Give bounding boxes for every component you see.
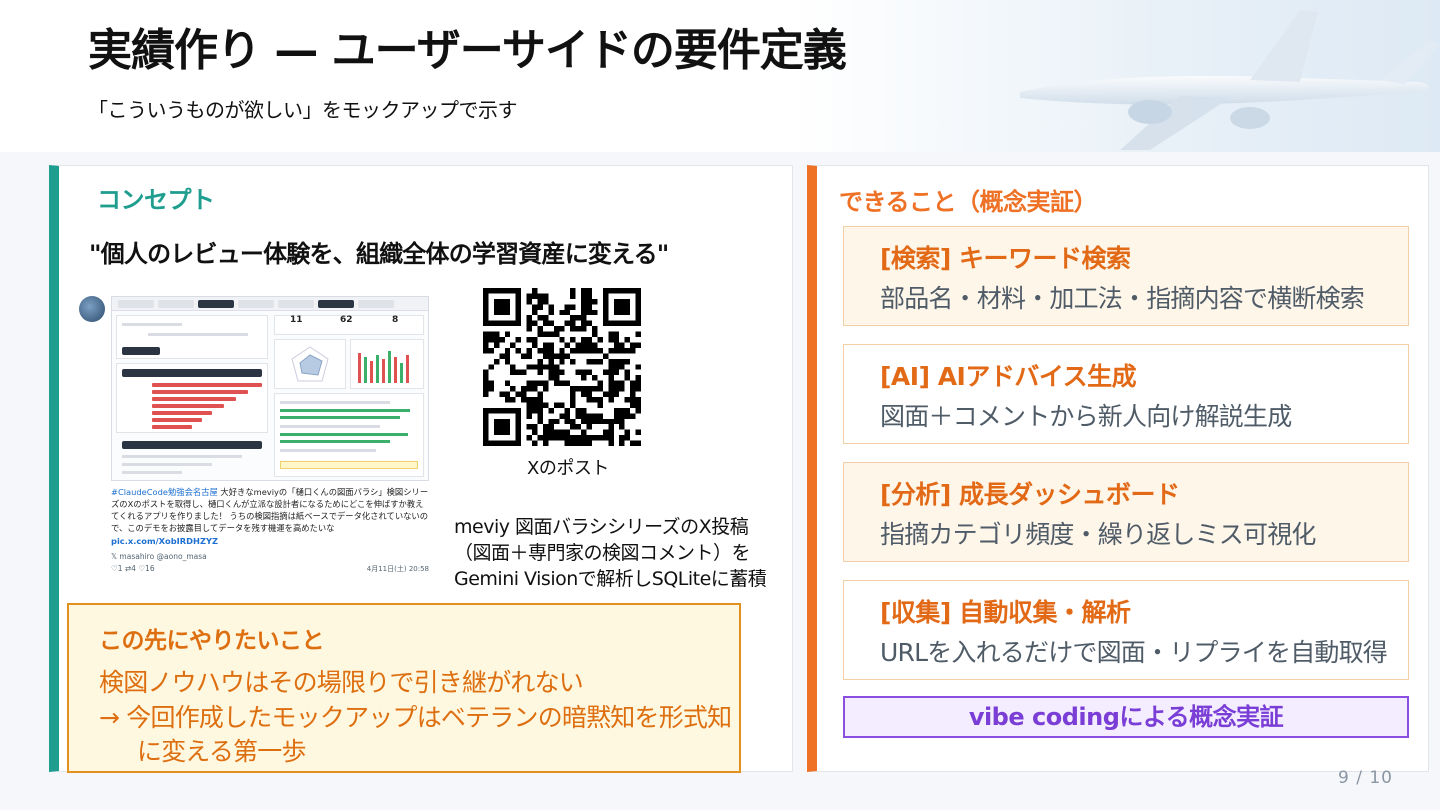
capability-desc: URLを入れるだけで図面・リプライを自動取得 [880, 638, 1388, 667]
post-text: #ClaudeCode勉強会名古屋 大好きなmeviyの「樋口くんの図面バラシ」… [111, 486, 431, 534]
future-heading: この先にやりたいこと [99, 628, 325, 654]
capability-title: [AI] AIアドバイス生成 [880, 362, 1137, 391]
app-mockup-image: 11 62 8 [111, 296, 429, 481]
capability-card-search: [検索] キーワード検索 部品名・材料・加工法・指摘内容で横断検索 [843, 226, 1409, 326]
qr-code[interactable] [483, 288, 641, 446]
capability-desc: 指摘カテゴリ頻度・繰り返しミス可視化 [880, 520, 1316, 549]
radar-chart-thumbnail [291, 346, 329, 382]
post-date: 4月11日(土) 20:58 [366, 565, 429, 573]
capability-title: [収集] 自動収集・解析 [880, 598, 1131, 627]
description-line: （図面＋専門家の検図コメント）を [454, 542, 751, 564]
vibe-coding-banner: vibe codingによる概念実証 [843, 696, 1409, 738]
page-title: 実績作り — ユーザーサイドの要件定義 [88, 25, 847, 76]
capability-card-ai: [AI] AIアドバイス生成 図面＋コメントから新人向け解説生成 [843, 344, 1409, 444]
post-hashtag[interactable]: #ClaudeCode勉強会名古屋 [111, 487, 218, 497]
capabilities-heading: できること（概念実証） [839, 188, 1098, 216]
description-line: meviy 図面バラシシリーズのX投稿 [454, 516, 749, 538]
concept-quote: "個人のレビュー体験を、組織全体の学習資産に変える" [89, 240, 669, 268]
concept-description: meviy 図面バラシシリーズのX投稿 （図面＋専門家の検図コメント）を Gem… [454, 514, 767, 592]
stat-value: 11 [290, 315, 303, 325]
future-plans-box: この先にやりたいこと 検図ノウハウはその場限りで引き継がれない → 今回作成した… [67, 603, 741, 773]
post-image-link[interactable]: pic.x.com/XobIRDHZYZ [111, 536, 218, 546]
future-line: → 今回作成したモックアップはベテランの暗黙知を形式知 [99, 703, 732, 732]
avatar [79, 296, 105, 322]
stat-value: 8 [392, 315, 399, 325]
capability-desc: 部品名・材料・加工法・指摘内容で横断検索 [880, 284, 1365, 313]
page-subtitle: 「こういうものが欲しい」をモックアップで示す [88, 98, 518, 122]
capability-title: [分析] 成長ダッシュボード [880, 480, 1180, 509]
post-author[interactable]: 𝕏 masahiro @aono_masa [111, 552, 207, 561]
concept-panel: コンセプト "個人のレビュー体験を、組織全体の学習資産に変える" 11 62 8… [49, 165, 793, 773]
slide-header: 実績作り — ユーザーサイドの要件定義 「こういうものが欲しい」をモックアップで… [0, 0, 1440, 152]
description-line: Gemini Visionで解析しSQLiteに蓄積 [454, 568, 767, 590]
capability-card-analysis: [分析] 成長ダッシュボード 指摘カテゴリ頻度・繰り返しミス可視化 [843, 462, 1409, 562]
stat-value: 62 [340, 315, 353, 325]
capability-title: [検索] キーワード検索 [880, 244, 1131, 273]
capability-card-collection: [収集] 自動収集・解析 URLを入れるだけで図面・リプライを自動取得 [843, 580, 1409, 680]
page-number: 9 / 10 [1338, 768, 1393, 788]
capabilities-panel: できること（概念実証） [検索] キーワード検索 部品名・材料・加工法・指摘内容… [807, 165, 1429, 772]
airplane-illustration [1020, 10, 1440, 150]
capability-desc: 図面＋コメントから新人向け解説生成 [880, 402, 1292, 431]
future-line: に変える第一歩 [137, 737, 306, 766]
future-line: 検図ノウハウはその場限りで引き継がれない [99, 668, 584, 697]
qr-caption: Xのポスト [527, 458, 609, 479]
concept-heading: コンセプト [97, 186, 215, 214]
x-post-screenshot: 11 62 8 #ClaudeCode勉強会名古屋 大好きなmeviyの「樋口く… [79, 296, 439, 578]
